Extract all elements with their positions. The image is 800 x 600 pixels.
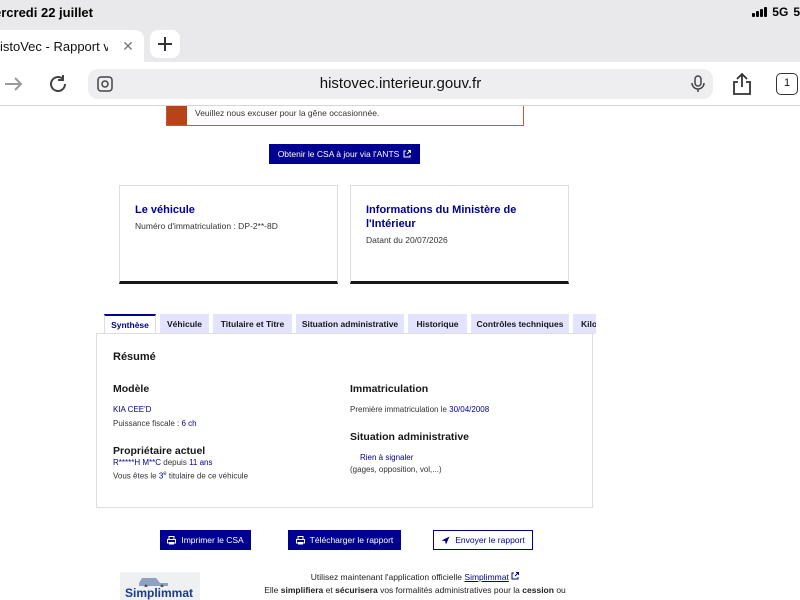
model-heading: Modèle <box>113 383 150 395</box>
status-date: ercredi 22 juillet <box>0 5 93 20</box>
get-csa-label: Obtenir le CSA à jour via l'ANTS <box>277 149 400 159</box>
browser-tab-strip: istoVec - Rapport vend ✕ <box>0 26 800 62</box>
download-report-button[interactable]: Télécharger le rapport <box>288 530 401 550</box>
tab-vehicule[interactable]: Véhicule <box>160 314 209 334</box>
simplimmat-link[interactable]: Simplimmat <box>464 572 508 582</box>
alert-box: Veuillez nous excuser pour la gêne occas… <box>166 106 524 126</box>
logo-text: Simplimmat <box>125 586 194 600</box>
external-link-icon <box>403 150 412 158</box>
tab-situation[interactable]: Situation administrative <box>296 314 404 334</box>
share-button[interactable] <box>728 70 756 98</box>
send-report-label: Envoyer le rapport <box>455 535 525 545</box>
download-report-label: Télécharger le rapport <box>309 535 394 545</box>
alert-text: Veuillez nous excuser pour la gêne occas… <box>195 108 380 118</box>
registration-heading: Immatriculation <box>350 383 429 395</box>
new-tab-button[interactable] <box>150 30 180 58</box>
signal-icon <box>752 7 768 17</box>
vehicle-card-title: Le véhicule <box>135 204 195 216</box>
printer-icon <box>295 535 305 544</box>
printer-icon <box>167 535 177 544</box>
send-icon <box>441 536 450 544</box>
status-indicators: 5G 5 <box>752 5 800 19</box>
admin-detail: (gages, opposition, vol,...) <box>350 465 442 474</box>
summary-heading: Résumé <box>113 351 156 363</box>
network-label: 5G <box>772 5 789 19</box>
owner-heading: Propriétaire actuel <box>113 445 206 457</box>
url-text: histovec.interieur.gouv.fr <box>319 75 482 92</box>
alert-bar <box>167 106 187 125</box>
tab-historique[interactable]: Historique <box>408 314 467 334</box>
first-registration: Première immatriculation le 30/04/2008 <box>350 405 490 414</box>
vehicle-card[interactable]: Le véhicule Numéro d'immatriculation : D… <box>119 185 338 284</box>
footer-line-2: Elle simplifiera et sécurisera vos forma… <box>264 585 566 595</box>
browser-tab[interactable]: istoVec - Rapport vend ✕ <box>0 30 144 62</box>
battery-label: 5 <box>793 5 800 19</box>
share-icon <box>733 72 751 95</box>
admin-status: Rien à signaler <box>360 453 414 462</box>
print-csa-button[interactable]: Imprimer le CSA <box>160 530 251 550</box>
footer-line-1: Utilisez maintenant l'application offici… <box>230 572 600 582</box>
forward-button[interactable] <box>0 70 28 98</box>
tab-titulaire[interactable]: Titulaire et Titre <box>213 314 292 334</box>
close-tab-icon[interactable]: ✕ <box>120 38 136 54</box>
ministry-card-desc: Datant du 20/07/2026 <box>366 235 448 245</box>
get-csa-button[interactable]: Obtenir le CSA à jour via l'ANTS <box>269 144 420 164</box>
reload-icon <box>50 75 66 92</box>
forward-arrow-icon <box>5 77 23 91</box>
tab-kilometrage[interactable]: Kilo <box>573 314 596 334</box>
vehicle-card-desc: Numéro d'immatriculation : DP-2**-8D <box>135 221 278 231</box>
tab-count-button[interactable]: 1 <box>776 73 798 95</box>
holder-rank: Vous êtes le 3e titulaire de ce véhicule <box>113 471 249 481</box>
reload-button[interactable] <box>44 70 72 98</box>
ministry-card[interactable]: Informations du Ministère de l'Intérieur … <box>350 185 569 284</box>
summary-panel: Résumé Modèle KIA CEE'D Puissance fiscal… <box>96 333 593 508</box>
fiscal-power: Puissance fiscale : 6 ch <box>113 419 197 428</box>
print-csa-label: Imprimer le CSA <box>181 535 244 545</box>
browser-toolbar: histovec.interieur.gouv.fr 1 <box>0 62 800 106</box>
model-value: KIA CEE'D <box>113 405 152 414</box>
status-bar: ercredi 22 juillet 5G 5 <box>0 0 800 26</box>
microphone-icon[interactable] <box>691 75 705 98</box>
ministry-card-title: Informations du Ministère de l'Intérieur <box>366 204 517 230</box>
admin-heading: Situation administrative <box>350 431 470 443</box>
simplimmat-logo: Simplimmat <box>120 572 200 600</box>
tab-controles[interactable]: Contrôles techniques <box>471 314 569 334</box>
send-report-button[interactable]: Envoyer le rapport <box>433 530 533 550</box>
address-bar[interactable]: histovec.interieur.gouv.fr <box>88 69 713 99</box>
browser-tab-title: istoVec - Rapport vend <box>0 38 108 54</box>
owner-line: R*****H M**C depuis 11 ans <box>113 458 213 467</box>
car-icon <box>139 578 168 587</box>
report-tabs: Synthèse Véhicule Titulaire et Titre Sit… <box>104 314 596 334</box>
external-link-icon <box>511 572 520 580</box>
tab-synthese[interactable]: Synthèse <box>104 314 156 334</box>
plus-icon <box>158 37 172 51</box>
